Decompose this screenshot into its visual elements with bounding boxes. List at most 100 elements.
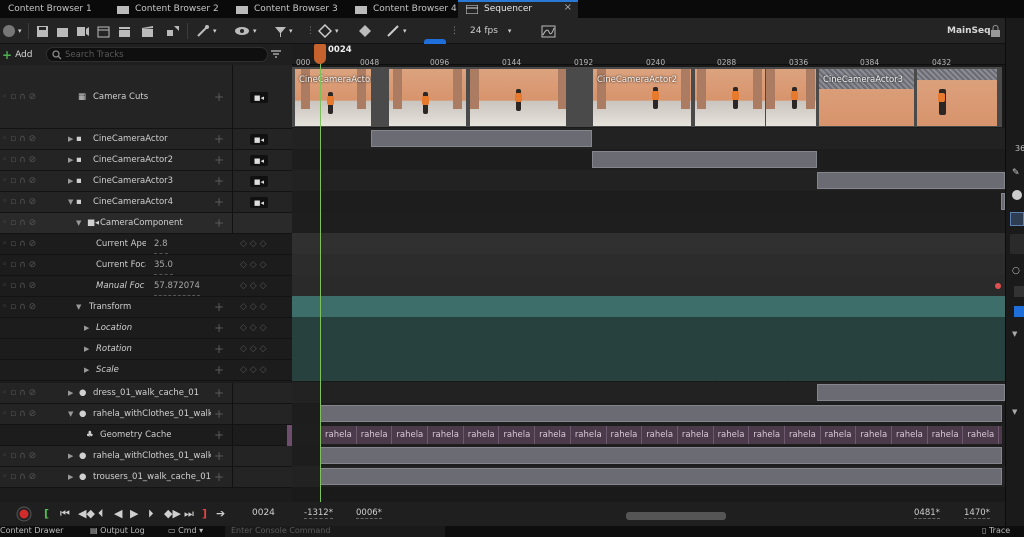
expand-arrow-icon[interactable]: ▶ bbox=[68, 383, 73, 403]
chevron-down-icon[interactable]: ▼ bbox=[1012, 408, 1017, 416]
track-row-cinecamera-3[interactable]: ◦ ▫ ∩ ⊘ ▶ ▪ CineCameraActor3 + ■◂ bbox=[0, 171, 292, 192]
add-track-button[interactable]: + Add bbox=[2, 48, 33, 62]
property-value[interactable]: 57.872074 bbox=[154, 276, 200, 296]
lane-geometry-cache[interactable]: rahela rahela rahela rahela rahela rahel… bbox=[292, 424, 1005, 445]
lane-location[interactable] bbox=[292, 317, 1005, 338]
jump-to-start-icon[interactable]: ⏮ bbox=[60, 507, 70, 521]
timeline-area[interactable]: 000 0048 0096 0144 0192 0240 0288 0336 0… bbox=[292, 44, 1005, 502]
content-drawer-button[interactable]: Content Drawer bbox=[0, 526, 63, 535]
lock-icon[interactable] bbox=[990, 22, 1001, 40]
key-navigation[interactable]: ◇ ◇ ◇ bbox=[240, 276, 267, 296]
edit-icon[interactable]: ▾ bbox=[386, 22, 407, 40]
step-forward-key-icon[interactable]: ◆▶ bbox=[164, 507, 181, 520]
movie-icon[interactable] bbox=[97, 22, 110, 40]
track-row-dress-cache[interactable]: ◦ ▫ ∩ ⊘ ▶ ● dress_01_walk_cache_01 + bbox=[0, 383, 292, 404]
cut-thumbnail[interactable]: CineCameraActor2 bbox=[593, 69, 691, 126]
section-bar[interactable] bbox=[320, 468, 1002, 485]
lane-dress-cache[interactable] bbox=[292, 382, 1005, 403]
key-navigation[interactable]: ◇ ◇ ◇ bbox=[240, 318, 267, 338]
track-row-current-focal[interactable]: ◦ ▫ ∩ ⊘ Current Foca 35.0 ◇ ◇ ◇ bbox=[0, 255, 292, 276]
property-value[interactable]: 35.0 bbox=[154, 255, 173, 275]
expand-arrow-icon[interactable]: ▶ bbox=[84, 318, 89, 338]
tab-content-browser-2[interactable]: Content Browser 2 bbox=[109, 0, 228, 18]
section-bar[interactable] bbox=[592, 151, 817, 168]
track-row-cinecamera[interactable]: ◦ ▫ ∩ ⊘ ▶ ▪ CineCameraActor + ■◂ bbox=[0, 129, 292, 150]
track-row-cinecamera-2[interactable]: ◦ ▫ ∩ ⊘ ▶ ▪ CineCameraActor2 + ■◂ bbox=[0, 150, 292, 171]
lane-camera-component[interactable] bbox=[292, 212, 1005, 233]
collapse-arrow-icon[interactable]: ▼ bbox=[76, 213, 81, 233]
camera-icon[interactable]: ■◂ bbox=[250, 197, 268, 208]
output-log-button[interactable]: ▤ Output Log bbox=[90, 526, 145, 535]
record-button[interactable] bbox=[16, 506, 32, 525]
save-icon[interactable] bbox=[36, 22, 49, 40]
clapper-icon[interactable] bbox=[118, 22, 131, 40]
fps-select[interactable]: 24 fps ▾ bbox=[470, 22, 511, 40]
camera-cuts-lane[interactable]: CineCameraActor CineCameraActor2 CineCam… bbox=[292, 67, 1002, 127]
actor-icon[interactable] bbox=[166, 22, 180, 40]
set-end-icon[interactable]: ] bbox=[202, 507, 207, 520]
tab-content-browser-4[interactable]: Content Browser 4 bbox=[347, 0, 458, 18]
cut-thumbnail[interactable] bbox=[470, 69, 566, 126]
geometry-cache-section[interactable]: rahela rahela rahela rahela rahela rahel… bbox=[320, 426, 1002, 444]
camera-icon[interactable]: ■◂ bbox=[250, 155, 268, 166]
track-row-current-aperture[interactable]: ◦ ▫ ∩ ⊘ Current Aper 2.8 ◇ ◇ ◇ bbox=[0, 234, 292, 255]
track-row-cinecamera-4[interactable]: ◦ ▫ ∩ ⊘ ▼ ▪ CineCameraActor4 + ■◂ bbox=[0, 192, 292, 213]
toggle-icon[interactable] bbox=[1014, 306, 1024, 317]
collapse-arrow-icon[interactable]: ▼ bbox=[68, 404, 73, 424]
console-input[interactable]: Enter Console Command bbox=[225, 526, 445, 537]
camera-icon[interactable]: ■◂ bbox=[250, 134, 268, 145]
render-icon[interactable] bbox=[76, 22, 90, 40]
track-row-location[interactable]: ▶ Location + ◇ ◇ ◇ bbox=[0, 318, 292, 339]
step-back-frame-icon[interactable]: ⏴ bbox=[98, 507, 104, 521]
expand-arrow-icon[interactable]: ▶ bbox=[68, 467, 73, 487]
cut-thumbnail[interactable] bbox=[695, 69, 765, 126]
lane-cinecamera-4[interactable] bbox=[292, 191, 1005, 212]
cut-thumbnail[interactable]: CineCameraActor3 bbox=[819, 69, 914, 126]
track-row-rahela-cache-2[interactable]: ◦ ▫ ∩ ⊘ ▶ ● rahela_withClothes_01_walk_ … bbox=[0, 446, 292, 467]
step-forward-frame-icon[interactable]: ⏵ bbox=[148, 507, 154, 521]
expand-arrow-icon[interactable]: ▶ bbox=[68, 446, 73, 466]
expand-arrow-icon[interactable]: ▶ bbox=[84, 339, 89, 359]
component-icon[interactable] bbox=[1010, 212, 1024, 226]
add-key-icon[interactable]: + bbox=[214, 65, 224, 128]
horizontal-scrollbar[interactable] bbox=[294, 507, 726, 520]
jump-to-end-icon[interactable]: ⏭ bbox=[184, 507, 194, 521]
camera-icon[interactable]: ■◂ bbox=[250, 92, 268, 103]
track-row-scale[interactable]: ▶ Scale + ◇ ◇ ◇ bbox=[0, 360, 292, 381]
cut-thumbnail[interactable]: CineCameraActor bbox=[295, 69, 371, 126]
lane-manual-focus[interactable] bbox=[292, 275, 1005, 296]
search-icon[interactable]: ○ bbox=[1012, 266, 1020, 276]
lane-current-aperture[interactable] bbox=[292, 233, 1005, 254]
trace-button[interactable]: ▯ Trace bbox=[982, 526, 1010, 535]
lane-transform[interactable] bbox=[292, 296, 1005, 332]
section-bar[interactable] bbox=[817, 384, 1005, 401]
track-row-geometry-cache[interactable]: ♣ Geometry Cache + bbox=[0, 425, 292, 446]
keyframe-marker[interactable] bbox=[995, 283, 1001, 289]
view-icon[interactable]: ▾ bbox=[234, 22, 257, 40]
tools-icon[interactable]: ▾ bbox=[196, 22, 217, 40]
section-bar[interactable] bbox=[371, 130, 592, 147]
reverse-play-icon[interactable]: ◀ bbox=[114, 507, 122, 520]
expand-arrow-icon[interactable]: ▶ bbox=[68, 150, 73, 170]
world-icon[interactable]: ▾ bbox=[2, 22, 22, 40]
view-end-field[interactable]: 1470* bbox=[964, 508, 990, 519]
key-navigation[interactable]: ◇ ◇ ◇ bbox=[240, 339, 267, 359]
cut-thumbnail[interactable] bbox=[766, 69, 816, 126]
play-end-field[interactable]: 0481* bbox=[914, 508, 940, 519]
track-row-rotation[interactable]: ▶ Rotation + ◇ ◇ ◇ bbox=[0, 339, 292, 360]
lane-cinecamera[interactable] bbox=[292, 128, 1005, 149]
clapper-alt-icon[interactable] bbox=[141, 22, 154, 40]
expand-arrow-icon[interactable]: ▶ bbox=[68, 171, 73, 191]
key-navigation[interactable]: ◇ ◇ ◇ bbox=[240, 255, 267, 275]
lane-scale[interactable] bbox=[292, 359, 1005, 381]
collapse-arrow-icon[interactable]: ▼ bbox=[76, 297, 81, 317]
tab-sequencer[interactable]: Sequencer × bbox=[458, 0, 578, 18]
track-row-camera-cuts[interactable]: ◦ ▫ ∩ ⊘ ▦ Camera Cuts + ■◂ bbox=[0, 65, 292, 129]
section-bar[interactable] bbox=[320, 447, 1002, 464]
play-icon[interactable]: ▶ bbox=[130, 507, 138, 520]
section-bar[interactable] bbox=[817, 172, 1005, 189]
curve-editor-icon[interactable] bbox=[541, 22, 556, 40]
track-row-transform[interactable]: ◦ ▫ ∩ ⊘ ▼ Transform + ◇ ◇ ◇ bbox=[0, 297, 292, 318]
lane-rahela-cache-2[interactable] bbox=[292, 445, 1005, 466]
collapse-arrow-icon[interactable]: ▼ bbox=[68, 192, 73, 212]
